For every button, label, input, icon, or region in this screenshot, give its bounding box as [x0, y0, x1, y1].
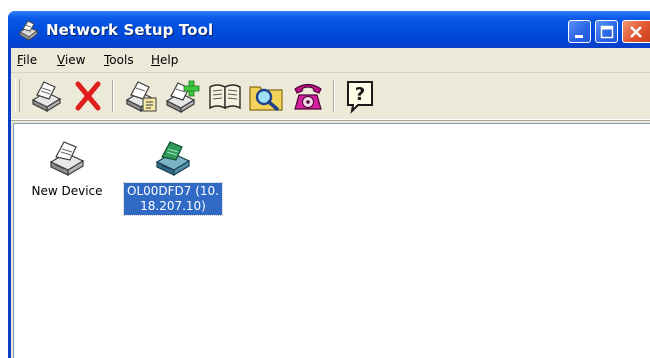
printer-icon	[49, 141, 85, 177]
menu-view-rest: iew	[64, 53, 86, 67]
menu-help-mnemonic: H	[151, 53, 161, 67]
minimize-button[interactable]	[568, 20, 591, 43]
app-window: Network Setup Tool File View Tools Help	[8, 11, 650, 358]
search-folder-icon	[249, 86, 283, 111]
menu-file[interactable]: File	[17, 53, 37, 67]
close-icon	[630, 26, 642, 38]
device-item-new-device[interactable]: New Device	[17, 138, 117, 200]
device-label: OL00DFD7 (10.18.207.10)	[123, 182, 223, 216]
book-icon	[209, 84, 241, 110]
toolbar-search-button[interactable]	[247, 78, 285, 114]
toolbar-separator	[112, 80, 114, 112]
menu-help-rest: elp	[160, 53, 179, 67]
printer-network-icon	[155, 141, 191, 177]
printer-properties-icon	[125, 81, 157, 113]
toolbar-telephone-button[interactable]	[289, 78, 327, 114]
menu-view[interactable]: View	[57, 53, 85, 67]
toolbar-properties-button[interactable]	[121, 78, 159, 114]
client-area: File View Tools Help ? New Device OL00DF…	[11, 48, 650, 358]
menu-bar: File View Tools Help	[11, 48, 650, 73]
toolbar-delete-button[interactable]	[69, 78, 107, 114]
minimize-icon	[575, 35, 583, 38]
telephone-icon	[294, 83, 322, 110]
toolbar-printer-button[interactable]	[27, 78, 65, 114]
help-icon: ?	[347, 81, 373, 114]
menu-file-rest: ile	[23, 53, 38, 67]
toolbar-help-button[interactable]: ?	[341, 78, 379, 114]
menu-tools[interactable]: Tools	[104, 53, 134, 67]
toolbar-add-printer-button[interactable]	[163, 78, 201, 114]
menu-help[interactable]: Help	[151, 53, 178, 67]
maximize-icon	[600, 25, 614, 39]
printer-network-icon	[16, 18, 40, 42]
maximize-button[interactable]	[595, 20, 618, 43]
printer-add-icon	[165, 80, 200, 114]
menu-view-mnemonic: V	[57, 53, 65, 67]
toolbar-separator	[333, 80, 335, 112]
delete-x-icon	[75, 81, 101, 111]
window-title: Network Setup Tool	[46, 21, 214, 39]
device-list-view[interactable]: New Device OL00DFD7 (10.18.207.10)	[13, 123, 650, 358]
printer-icon	[31, 81, 62, 113]
toolbar-book-button[interactable]	[206, 78, 244, 114]
help-glyph: ?	[355, 84, 365, 105]
menu-tools-rest: ools	[109, 53, 134, 67]
title-bar[interactable]: Network Setup Tool	[8, 11, 650, 48]
close-button[interactable]	[622, 20, 650, 43]
toolbar: ?	[11, 73, 650, 120]
toolbar-grip[interactable]	[15, 79, 20, 112]
device-item-ol00dfd7[interactable]: OL00DFD7 (10.18.207.10)	[123, 138, 223, 216]
device-label: New Device	[31, 184, 103, 198]
